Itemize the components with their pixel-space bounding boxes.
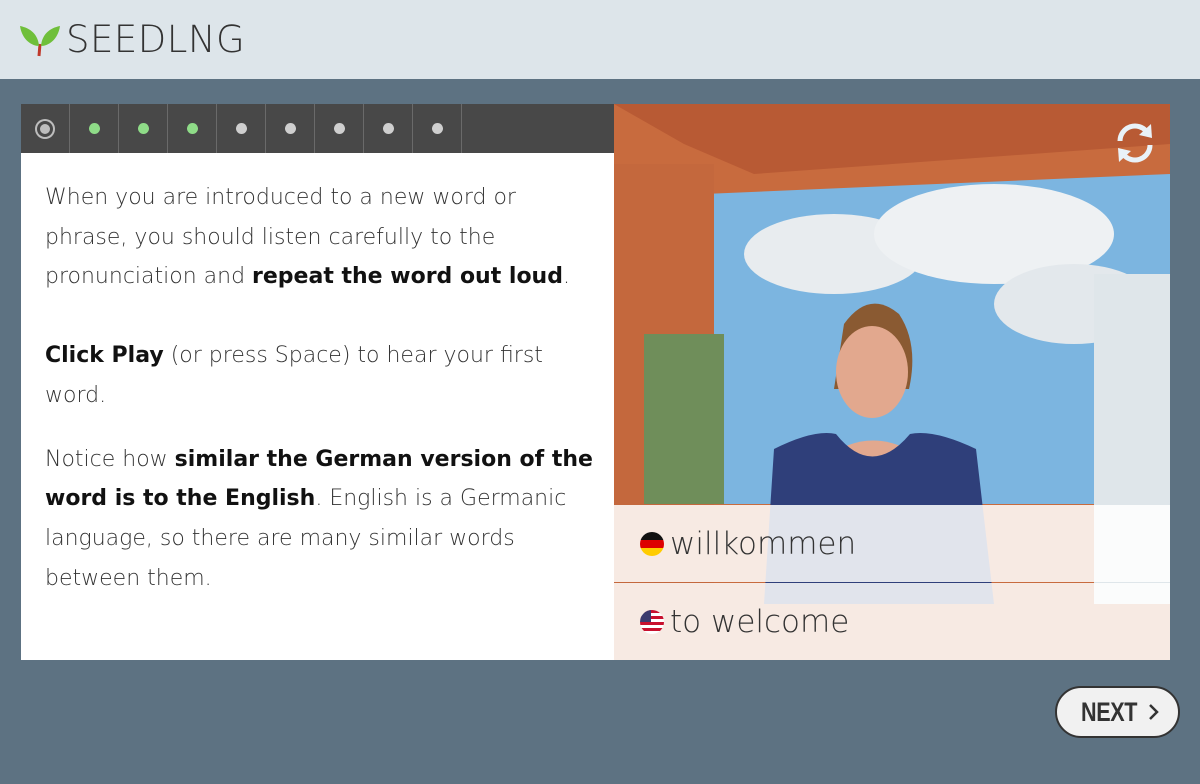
instruction-emphasis: Click Play <box>45 343 164 369</box>
progress-dot-done <box>186 123 198 134</box>
progress-step-1[interactable] <box>21 104 70 153</box>
top-bar: SEEDLNG <box>0 0 1200 79</box>
video-player[interactable]: willkommen to welcome <box>614 104 1170 660</box>
next-button-label: NEXT <box>1081 696 1138 727</box>
instruction-paragraph-2: Click Play (or press Space) to hear your… <box>45 336 600 415</box>
progress-step-7[interactable] <box>315 104 364 153</box>
sprout-icon <box>20 26 60 57</box>
progress-dot-done <box>88 123 100 134</box>
instruction-paragraph-3: Notice how similar the German version of… <box>45 440 600 599</box>
progress-dot-todo <box>333 123 345 134</box>
progress-dot-todo <box>235 123 247 134</box>
germany-flag-icon <box>640 531 664 556</box>
progress-step-2[interactable] <box>70 104 119 153</box>
progress-dot-todo <box>382 123 394 134</box>
progress-dot-done <box>137 123 149 134</box>
progress-step-4[interactable] <box>168 104 217 153</box>
progress-step-5[interactable] <box>217 104 266 153</box>
progress-dot-todo <box>284 123 296 134</box>
instruction-paragraph-1: When you are introduced to a new word or… <box>45 178 600 297</box>
usa-flag-icon <box>640 609 664 634</box>
progress-dot-todo <box>431 123 443 134</box>
lesson-instructions: When you are introduced to a new word or… <box>45 178 600 598</box>
lesson-panel: When you are introduced to a new word or… <box>21 104 614 660</box>
progress-dot-current <box>40 123 50 134</box>
progress-step-8[interactable] <box>364 104 413 153</box>
lesson-card: When you are introduced to a new word or… <box>21 104 1170 660</box>
next-button[interactable]: NEXT <box>1055 686 1180 738</box>
brand-name: SEEDLNG <box>66 18 246 61</box>
german-word: willkommen <box>670 525 857 562</box>
chevron-right-icon <box>1148 704 1159 720</box>
instruction-text: . <box>562 264 570 290</box>
progress-step-3[interactable] <box>119 104 168 153</box>
progress-bar <box>21 104 614 153</box>
logo[interactable]: SEEDLNG <box>20 18 245 62</box>
progress-step-9[interactable] <box>413 104 462 153</box>
instruction-text: Notice how <box>45 446 175 472</box>
progress-step-6[interactable] <box>266 104 315 153</box>
reload-icon[interactable] <box>1112 120 1158 166</box>
english-caption: to welcome <box>614 583 1170 660</box>
instruction-emphasis: repeat the word out loud <box>252 264 563 290</box>
german-caption: willkommen <box>614 505 1170 582</box>
english-translation: to welcome <box>670 603 850 640</box>
